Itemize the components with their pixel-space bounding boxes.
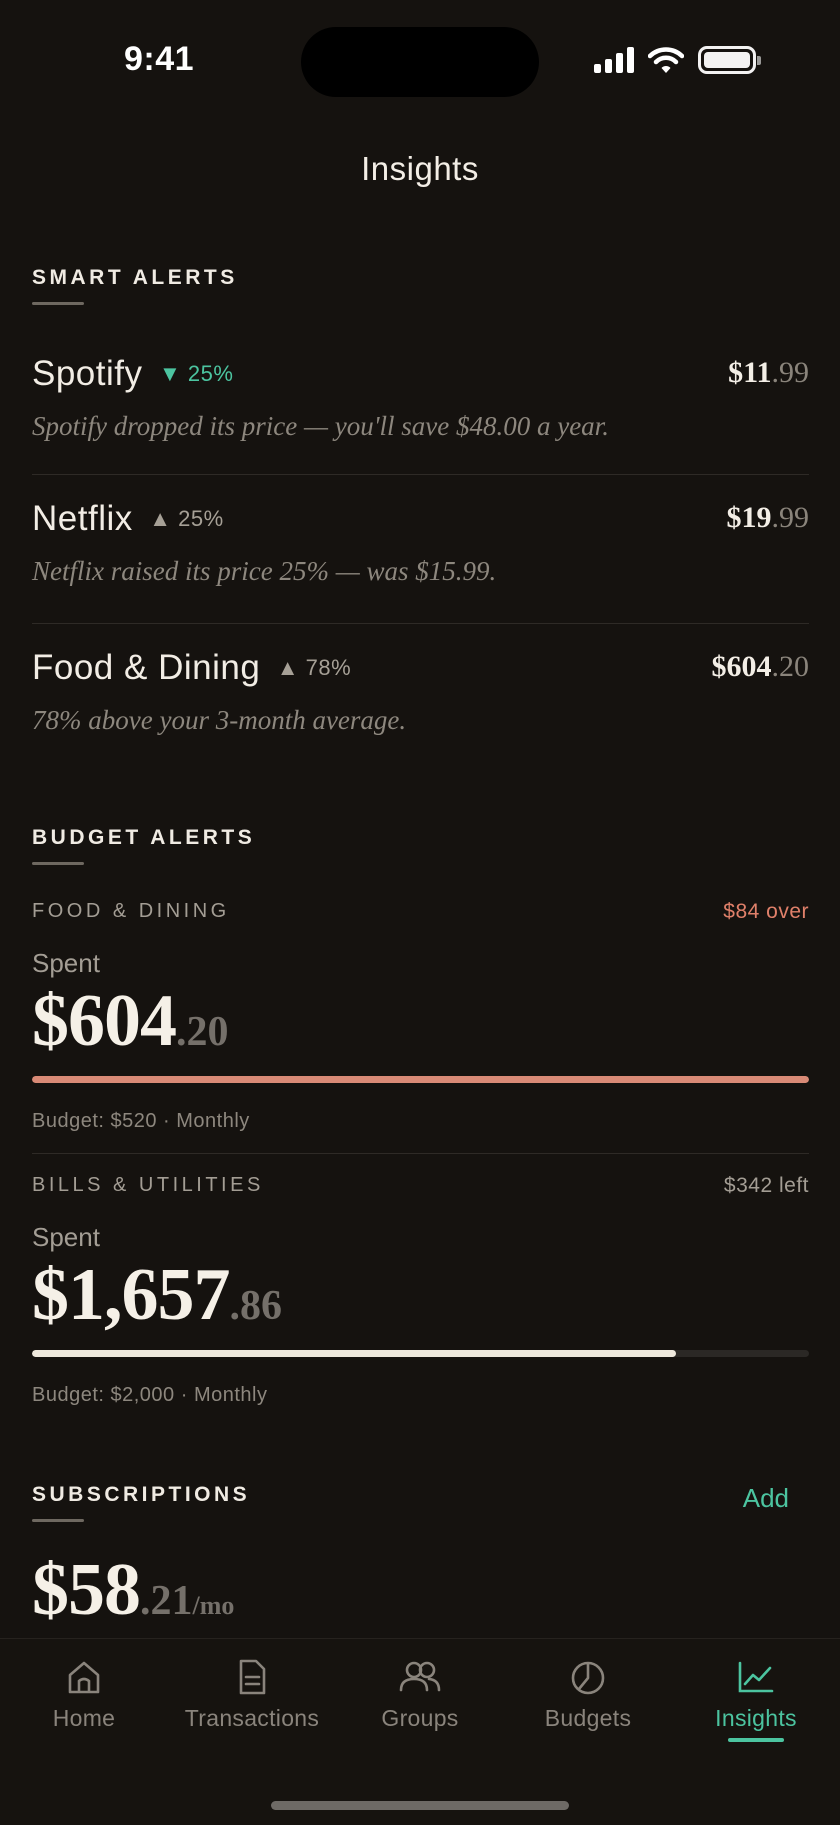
add-subscription-button[interactable]: Add	[743, 1483, 789, 1514]
subscriptions-label: SUBSCRIPTIONS	[32, 1483, 251, 1506]
trend-chart-icon	[738, 1661, 774, 1693]
smart-alerts-label: SMART ALERTS	[32, 266, 238, 289]
smart-alert-food-dining[interactable]: Food & Dining ▲ 78% $604.20 78% above yo…	[32, 624, 809, 774]
section-underline	[32, 862, 84, 865]
people-icon	[399, 1661, 441, 1692]
arrow-down-icon: ▼	[158, 361, 182, 386]
budget-category: FOOD & DINING	[32, 900, 230, 922]
budget-meta: Budget: $2,000 · Monthly	[32, 1384, 268, 1406]
insights-content: SMART ALERTS Spotify ▼ 25% $11.99 Spotif…	[32, 266, 809, 1627]
price-change-badge: ▲ 25%	[149, 506, 224, 531]
tab-home[interactable]: Home	[0, 1657, 168, 1732]
alert-name: Netflix	[32, 499, 133, 538]
alert-description: Netflix raised its price 25% — was $15.9…	[32, 556, 497, 586]
budget-card-bills-utilities[interactable]: BILLS & UTILITIES $342 left Spent $1,657…	[32, 1154, 809, 1419]
progress-fill	[32, 1350, 677, 1357]
active-tab-indicator	[728, 1738, 784, 1742]
tab-label: Insights	[715, 1705, 797, 1731]
dynamic-island	[301, 27, 539, 97]
status-bar: 9:41	[0, 0, 840, 120]
spent-amount: $1,657.86	[32, 1254, 282, 1336]
progress-fill	[32, 1076, 809, 1083]
price-change-badge: ▲ 78%	[276, 655, 352, 680]
battery-icon	[698, 46, 761, 74]
tab-groups[interactable]: Groups	[336, 1657, 504, 1732]
document-icon	[239, 1659, 266, 1695]
budget-alerts-header: BUDGET ALERTS	[32, 826, 809, 866]
subscriptions-header: SUBSCRIPTIONS Add	[32, 1483, 809, 1523]
alert-price: $11.99	[728, 356, 809, 389]
alert-description: Spotify dropped its price — you'll save …	[32, 411, 609, 441]
spent-label: Spent	[32, 1222, 100, 1252]
status-time: 9:41	[124, 40, 195, 78]
budget-progress-bar	[32, 1350, 809, 1357]
alert-price: $604.20	[711, 650, 810, 683]
tab-bar: Home Transactions Groups Budgets Insight…	[0, 1638, 840, 1825]
budget-category: BILLS & UTILITIES	[32, 1174, 264, 1196]
subscriptions-total: $58.21/mo	[32, 1549, 235, 1631]
cellular-signal-icon	[594, 47, 634, 73]
alert-name: Spotify	[32, 354, 143, 393]
home-indicator[interactable]	[271, 1801, 569, 1810]
pie-chart-icon	[571, 1661, 605, 1695]
budget-status: $342 left	[723, 1174, 809, 1197]
budget-meta: Budget: $520 · Monthly	[32, 1110, 250, 1132]
wifi-icon	[648, 47, 684, 73]
alert-price: $19.99	[726, 501, 810, 534]
tab-label: Budgets	[544, 1705, 632, 1731]
spent-amount: $604.20	[32, 980, 229, 1062]
tab-label: Transactions	[184, 1705, 320, 1731]
spent-label: Spent	[32, 948, 100, 978]
smart-alert-spotify[interactable]: Spotify ▼ 25% $11.99 Spotify dropped its…	[32, 326, 809, 475]
page-title: Insights	[361, 150, 479, 187]
arrow-up-icon: ▲	[276, 655, 300, 680]
budget-card-food-dining[interactable]: FOOD & DINING $84 over Spent $604.20 Bud…	[32, 900, 809, 1154]
alert-description: 78% above your 3-month average.	[32, 705, 407, 735]
status-icons	[594, 46, 761, 74]
smart-alerts-header: SMART ALERTS	[32, 266, 809, 306]
section-underline	[32, 302, 84, 305]
section-underline	[32, 1519, 84, 1522]
alert-name: Food & Dining	[32, 648, 261, 687]
tab-label: Home	[52, 1705, 116, 1731]
arrow-up-icon: ▲	[149, 506, 172, 531]
tab-label: Groups	[381, 1705, 459, 1731]
tab-transactions[interactable]: Transactions	[168, 1657, 336, 1732]
tab-insights[interactable]: Insights	[672, 1657, 840, 1742]
tab-budgets[interactable]: Budgets	[504, 1657, 672, 1732]
home-icon	[68, 1661, 100, 1694]
smart-alert-netflix[interactable]: Netflix ▲ 25% $19.99 Netflix raised its …	[32, 475, 809, 624]
budget-alerts-label: BUDGET ALERTS	[32, 826, 256, 849]
budget-progress-bar	[32, 1076, 809, 1083]
price-change-badge: ▼ 25%	[158, 361, 234, 386]
budget-status: $84 over	[723, 900, 809, 923]
